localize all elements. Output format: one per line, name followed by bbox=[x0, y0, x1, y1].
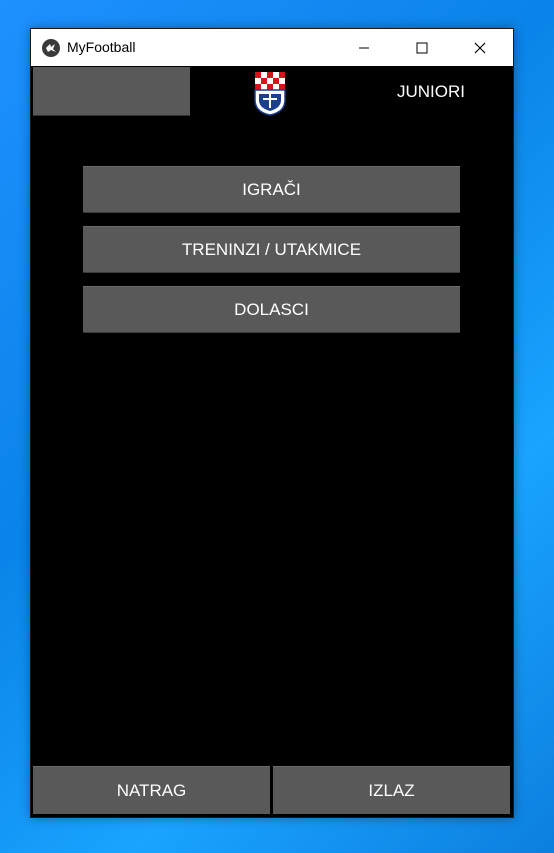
close-button[interactable] bbox=[451, 29, 509, 66]
trainings-matches-button[interactable]: TRENINZI / UTAKMICE bbox=[83, 226, 460, 273]
kivy-logo-icon bbox=[42, 39, 60, 57]
window-title: MyFootball bbox=[67, 39, 136, 55]
maximize-icon bbox=[416, 42, 428, 53]
club-crest-logo bbox=[253, 70, 289, 116]
exit-button[interactable]: IZLAZ bbox=[273, 766, 510, 814]
minimize-icon bbox=[359, 47, 369, 48]
section-title: JUNIORI bbox=[397, 82, 465, 101]
attendance-button[interactable]: DOLASCI bbox=[83, 286, 460, 333]
app-content: JUNIORI IGRAČI TRENINZI / UTAKMICE DOLAS… bbox=[31, 66, 513, 817]
maximize-button[interactable] bbox=[393, 29, 451, 66]
app-window: MyFootball JUNIORI IGRAČI TRENINZI / UTA… bbox=[30, 28, 514, 818]
header-blank-button[interactable] bbox=[33, 67, 190, 116]
minimize-button[interactable] bbox=[335, 29, 393, 66]
title-bar[interactable]: MyFootball bbox=[31, 29, 513, 66]
back-button[interactable]: NATRAG bbox=[33, 766, 270, 814]
close-icon bbox=[474, 42, 486, 53]
players-button[interactable]: IGRAČI bbox=[83, 166, 460, 213]
